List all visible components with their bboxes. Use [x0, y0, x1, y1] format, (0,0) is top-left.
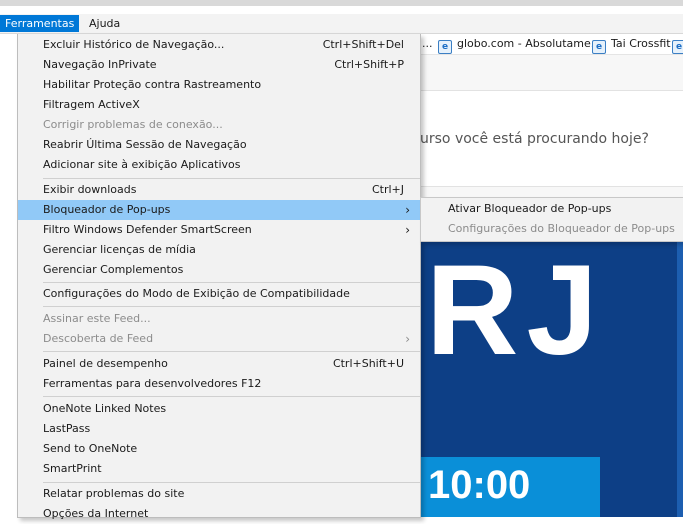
ie-page-icon: e: [438, 40, 452, 54]
menu-bar: Ferramentas Ajuda: [0, 14, 683, 34]
menu-separator: [43, 178, 420, 179]
menu-item-gerenciar-complementos[interactable]: Gerenciar Complementos: [18, 260, 420, 280]
menu-item-lastpass[interactable]: LastPass: [18, 419, 420, 439]
banner-time: 10:00: [428, 463, 531, 507]
web-page-content: urso você está procurando hoje? RJ 10:00: [420, 55, 683, 517]
menu-separator: [43, 306, 420, 307]
menu-item-protecao-rastreamento[interactable]: Habilitar Proteção contra Rastreamento: [18, 75, 420, 95]
menu-item-ferramentas-f12[interactable]: Ferramentas para desenvolvedores F12: [18, 374, 420, 394]
favorite-item-tai-crossfit[interactable]: e Tai Crossfit: [592, 37, 671, 54]
menu-item-filtragem-activex[interactable]: Filtragem ActiveX: [18, 95, 420, 115]
menu-item-smartprint[interactable]: SmartPrint: [18, 459, 420, 479]
menu-separator: [43, 396, 420, 397]
menu-ajuda[interactable]: Ajuda: [84, 15, 125, 32]
menu-separator: [43, 351, 420, 352]
chevron-right-icon: ›: [405, 203, 410, 217]
submenu-item-ativar-bloqueador[interactable]: Ativar Bloqueador de Pop-ups: [421, 199, 683, 219]
menu-item-excluir-historico[interactable]: Excluir Histórico de Navegação... Ctrl+Sh…: [18, 35, 420, 55]
menu-item-bloqueador-popups[interactable]: Bloqueador de Pop-ups ›: [18, 200, 420, 220]
menu-item-reabrir-sessao[interactable]: Reabrir Última Sessão de Navegação: [18, 135, 420, 155]
menu-separator: [43, 482, 420, 483]
menu-item-assinar-feed[interactable]: Assinar este Feed...: [18, 309, 420, 329]
menu-item-painel-desempenho[interactable]: Painel de desempenho Ctrl+Shift+U: [18, 354, 420, 374]
favorite-item-truncated[interactable]: ...: [422, 37, 433, 51]
tools-menu: Excluir Histórico de Navegação... Ctrl+Sh…: [17, 34, 421, 520]
popup-blocker-submenu: Ativar Bloqueador de Pop-ups Configuraçõ…: [420, 197, 683, 242]
window-top-strip: [0, 0, 683, 6]
banner-text: RJ: [426, 239, 606, 382]
banner-edge: [677, 225, 683, 517]
ie-page-icon: e: [592, 40, 606, 54]
chevron-right-icon: ›: [405, 223, 410, 237]
menu-separator: [43, 282, 420, 283]
search-area[interactable]: urso você está procurando hoje?: [420, 90, 683, 187]
menu-item-smartscreen[interactable]: Filtro Windows Defender SmartScreen ›: [18, 220, 420, 240]
favorite-item-cut[interactable]: e: [672, 37, 683, 54]
favorite-item-globo[interactable]: e globo.com - Absolutame...: [438, 37, 601, 54]
menu-item-exibir-downloads[interactable]: Exibir downloads Ctrl+J: [18, 180, 420, 200]
menu-item-licencas-midia[interactable]: Gerenciar licenças de mídia: [18, 240, 420, 260]
banner-image[interactable]: RJ 10:00: [420, 225, 683, 517]
menu-item-corrigir-conexao[interactable]: Corrigir problemas de conexão...: [18, 115, 420, 135]
menu-ferramentas[interactable]: Ferramentas: [0, 15, 80, 32]
menu-item-send-onenote[interactable]: Send to OneNote: [18, 439, 420, 459]
menu-item-relatar-problemas[interactable]: Relatar problemas do site: [18, 484, 420, 504]
menu-item-adicionar-aplicativos[interactable]: Adicionar site à exibição Aplicativos: [18, 155, 420, 175]
menu-item-inprivate[interactable]: Navegação InPrivate Ctrl+Shift+P: [18, 55, 420, 75]
menu-item-onenote-linked[interactable]: OneNote Linked Notes: [18, 399, 420, 419]
submenu-item-configuracoes-bloqueador[interactable]: Configurações do Bloqueador de Pop-ups: [421, 219, 683, 239]
chevron-right-icon: ›: [405, 332, 410, 346]
ie-page-icon: e: [672, 40, 683, 54]
search-prompt: urso você está procurando hoje?: [420, 131, 649, 147]
menu-item-compatibilidade[interactable]: Configurações do Modo de Exibição de Com…: [18, 284, 420, 304]
menu-item-opcoes-internet[interactable]: Opções da Internet: [18, 504, 420, 524]
menu-item-descoberta-feed[interactable]: Descoberta de Feed ›: [18, 329, 420, 349]
favorites-bar: ... e globo.com - Absolutame... e Tai Cros…: [420, 34, 683, 55]
